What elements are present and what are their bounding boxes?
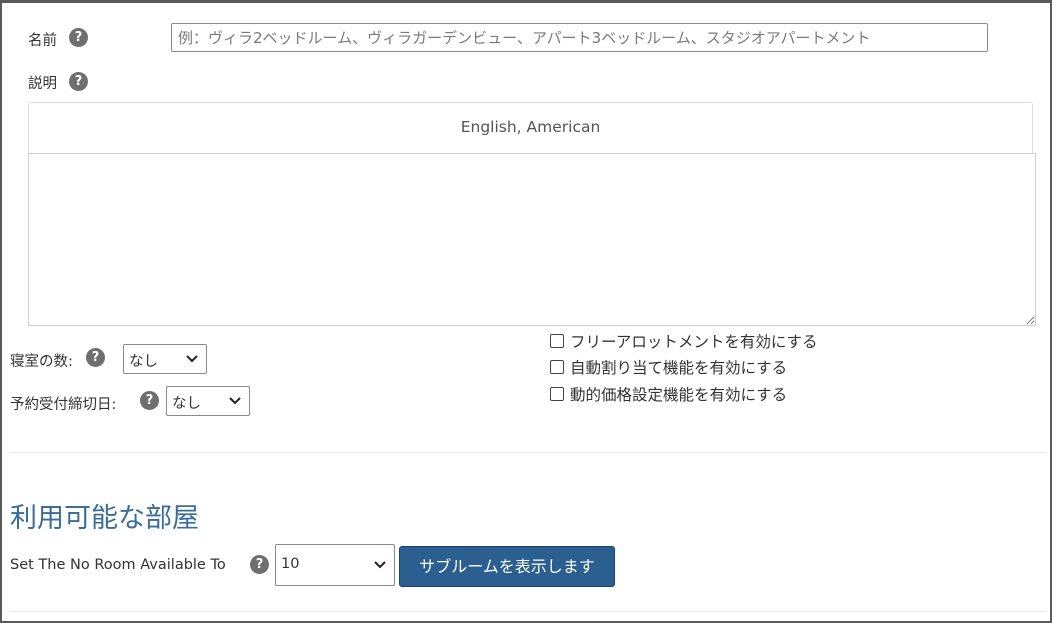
question-circle-icon[interactable]: ? bbox=[140, 391, 159, 410]
dynamic-pricing-checkbox[interactable] bbox=[550, 387, 564, 401]
chevron-down-icon bbox=[374, 561, 386, 569]
auto-assign-label: 自動割り当て機能を有効にする bbox=[570, 359, 788, 377]
show-subrooms-button[interactable]: サブルームを表示します bbox=[399, 546, 615, 587]
dynamic-pricing-option[interactable]: 動的価格設定機能を有効にする bbox=[550, 383, 788, 404]
no-room-available-value: 10 bbox=[281, 556, 300, 572]
bedrooms-select[interactable]: なし bbox=[123, 344, 207, 374]
language-tab[interactable]: English, American bbox=[28, 102, 1033, 154]
question-circle-icon[interactable]: ? bbox=[86, 348, 105, 367]
question-circle-icon[interactable]: ? bbox=[250, 555, 269, 574]
free-allotment-option[interactable]: フリーアロットメントを有効にする bbox=[550, 330, 818, 351]
booking-cutoff-select-value: なし bbox=[172, 396, 201, 412]
divider bbox=[10, 452, 1046, 453]
booking-cutoff-label: 予約受付締切日: bbox=[10, 397, 117, 413]
bedrooms-label: 寝室の数: bbox=[10, 354, 73, 370]
chevron-down-icon bbox=[186, 355, 198, 363]
free-allotment-checkbox[interactable] bbox=[550, 334, 564, 348]
booking-cutoff-select[interactable]: なし bbox=[166, 386, 250, 416]
section-title: 利用可能な部屋 bbox=[10, 503, 199, 534]
auto-assign-checkbox[interactable] bbox=[550, 360, 564, 374]
free-allotment-label: フリーアロットメントを有効にする bbox=[570, 333, 818, 351]
description-textarea[interactable] bbox=[28, 153, 1036, 326]
dynamic-pricing-label: 動的価格設定機能を有効にする bbox=[570, 386, 788, 404]
chevron-down-icon bbox=[229, 397, 241, 405]
description-label: 説明 bbox=[28, 76, 57, 92]
question-circle-icon[interactable]: ? bbox=[69, 28, 88, 47]
name-label: 名前 bbox=[28, 33, 57, 49]
auto-assign-option[interactable]: 自動割り当て機能を有効にする bbox=[550, 356, 788, 377]
divider bbox=[10, 611, 1046, 612]
question-circle-icon[interactable]: ? bbox=[69, 72, 88, 91]
bedrooms-select-value: なし bbox=[129, 354, 158, 370]
set-no-room-label: Set The No Room Available To bbox=[10, 557, 226, 573]
no-room-available-select[interactable]: 10 bbox=[275, 544, 395, 586]
room-name-input[interactable] bbox=[171, 23, 988, 52]
